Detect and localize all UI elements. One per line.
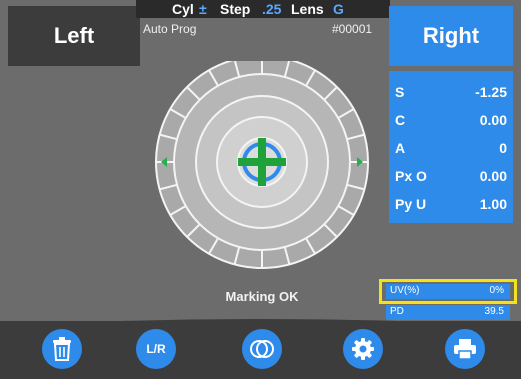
cyl-label: Cyl bbox=[172, 1, 194, 17]
measurement-number: #00001 bbox=[332, 22, 373, 36]
reading-row-px: Px O 0.00 bbox=[389, 165, 513, 187]
uv-row: UV(%) 0% bbox=[386, 284, 510, 299]
right-lens-button[interactable]: Right bbox=[389, 6, 513, 66]
reading-row-c: C 0.00 bbox=[389, 109, 513, 131]
reading-label: A bbox=[395, 140, 406, 156]
measurement-target bbox=[155, 61, 369, 269]
delete-button[interactable] bbox=[42, 329, 82, 369]
lensmeter-screen: Left Cyl ± Step .25 Lens G Auto Prog #00… bbox=[0, 0, 521, 379]
lens-mode-button[interactable] bbox=[242, 329, 282, 369]
reading-row-py: Py U 1.00 bbox=[389, 193, 513, 215]
step-value[interactable]: .25 bbox=[262, 1, 281, 17]
step-label: Step bbox=[220, 1, 251, 17]
reading-label: C bbox=[395, 112, 406, 128]
cyl-value[interactable]: ± bbox=[199, 1, 207, 17]
crosshair-vertical bbox=[258, 138, 266, 186]
left-lens-button[interactable]: Left bbox=[8, 6, 140, 66]
right-label: Right bbox=[422, 23, 480, 48]
auto-prog-label: Auto Prog bbox=[143, 22, 197, 36]
gear-icon bbox=[352, 338, 374, 360]
lens-icon bbox=[250, 340, 274, 358]
lens-label: Lens bbox=[291, 1, 324, 17]
reading-row-a: A 0 bbox=[389, 137, 513, 159]
uv-label: UV(%) bbox=[390, 285, 420, 296]
reading-value: 0 bbox=[499, 140, 507, 156]
reading-label: Py U bbox=[395, 196, 427, 212]
reading-label: S bbox=[395, 84, 405, 100]
reading-value: 0.00 bbox=[479, 168, 507, 184]
readings-panel: S -1.25 C 0.00 A 0 Px O 0.00 Py U 1.00 bbox=[389, 71, 513, 223]
lr-icon: L/R bbox=[146, 342, 166, 356]
reading-row-s: S -1.25 bbox=[389, 81, 513, 103]
printer-icon bbox=[454, 339, 476, 360]
left-label: Left bbox=[53, 23, 95, 48]
bottom-toolbar: L/R bbox=[0, 321, 521, 379]
settings-button[interactable] bbox=[343, 329, 383, 369]
marking-status: Marking OK bbox=[225, 289, 299, 304]
print-button[interactable] bbox=[445, 329, 485, 369]
lr-switch-button[interactable]: L/R bbox=[136, 329, 176, 369]
reading-value: 1.00 bbox=[479, 196, 507, 212]
reading-value: -1.25 bbox=[475, 84, 507, 100]
trash-icon bbox=[53, 337, 71, 361]
reading-value: 0.00 bbox=[479, 112, 507, 128]
lens-value[interactable]: G bbox=[333, 1, 344, 17]
reading-label: Px O bbox=[395, 168, 427, 184]
uv-value: 0% bbox=[489, 285, 504, 296]
